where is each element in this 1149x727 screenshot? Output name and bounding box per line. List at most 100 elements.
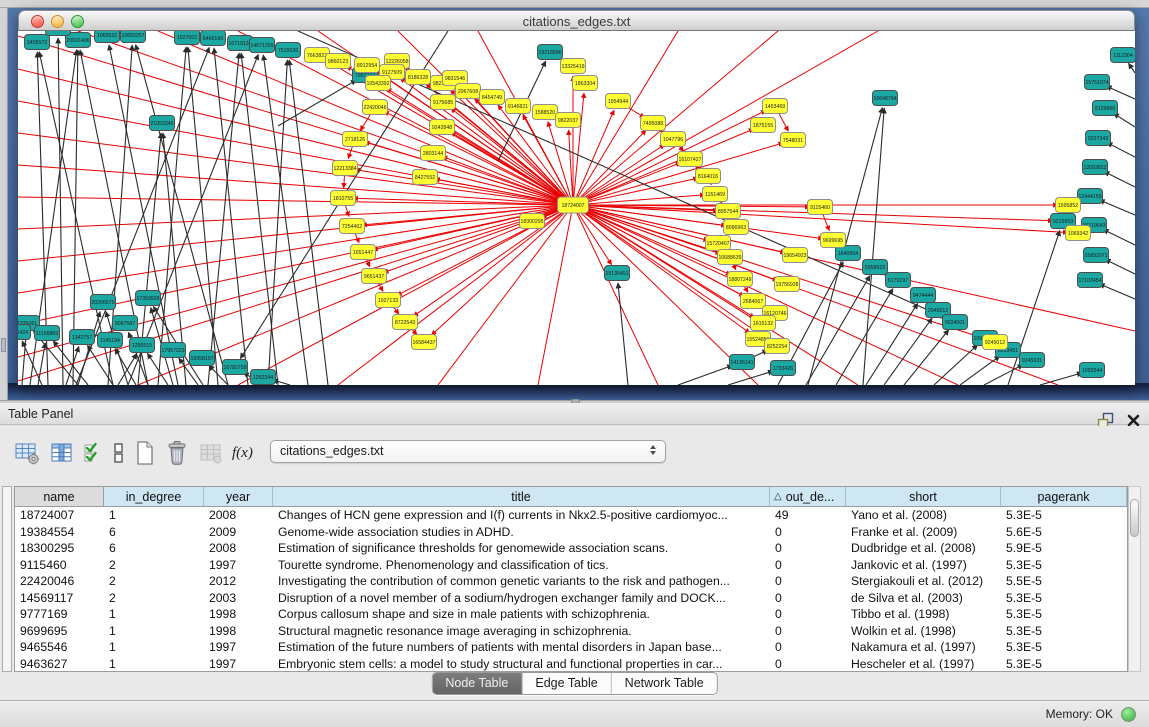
table-cell: 1997 [204,657,273,671]
column-header-pagerank[interactable]: pagerank [1001,487,1127,506]
table-cell: 9777169 [15,607,104,621]
table-row[interactable]: 946362711997Embryonic stem cells: a mode… [15,656,1127,673]
network-node-label: 18807249 [728,277,751,283]
table-cell: 9463627 [15,657,104,671]
table-cell: 1998 [204,624,273,638]
network-node-label: 8466160 [203,36,223,42]
scrollbar-thumb[interactable] [1130,499,1139,537]
citation-edge [678,365,733,385]
table-row[interactable]: 946554611997Estimation of the future num… [15,639,1127,656]
column-header-year[interactable]: year [204,487,273,506]
status-bar: Memory: OK [0,700,1149,727]
row-height-icon[interactable] [112,439,125,467]
table-cell: 2008 [204,541,273,555]
tab-edge-table[interactable]: Edge Table [521,673,610,694]
network-node-label: 8957544 [718,209,738,215]
table-cell: 1 [104,607,204,621]
table-cell: Hescheler et al. (1997) [846,657,1001,671]
network-node-label: 16107427 [678,157,701,163]
table-row[interactable]: 911546021997Tourette syndrome. Phenomeno… [15,557,1127,574]
table-row[interactable]: 1830029562008Estimation of significance … [15,540,1127,557]
table-cell: Tibbo et al. (1998) [846,607,1001,621]
network-node-label: 22420046 [363,105,386,111]
network-view-window[interactable]: citations_edges.txt 24055722069140610655… [18,10,1135,385]
citation-edge [866,303,918,385]
show-columns-icon[interactable] [49,439,74,467]
network-node-label: 9822037 [558,118,578,124]
table-vertical-scrollbar[interactable] [1128,486,1141,672]
table-cell: 5.5E-5 [1001,574,1127,588]
table-cell: 49 [770,508,846,522]
red-edge-ray [338,205,573,385]
network-node-label: 20691406 [66,38,89,44]
network-node-label: 1927133 [378,298,398,304]
citation-edge [573,93,584,205]
function-builder-icon[interactable]: f(x) [232,439,253,467]
column-header-name[interactable]: name [15,487,104,506]
table-row[interactable]: 2242004622012Investigating the contribut… [15,573,1127,590]
network-canvas[interactable]: 2405572206914061065532106552571527602846… [18,31,1135,385]
network-node-label: 8096963 [726,225,746,231]
column-header-out_de[interactable]: △out_de... [770,487,846,506]
table-cell: 5.3E-5 [1001,640,1127,654]
citation-edge [1099,284,1135,299]
table-cell: 0 [770,607,846,621]
network-node-label: 15892971 [1084,253,1107,259]
network-node-label: 16584437 [412,340,435,346]
network-node-label: 9245031 [1022,358,1042,364]
selection-checks-icon[interactable] [83,439,103,467]
table-cell: 0 [770,657,846,671]
table-cell: 0 [770,541,846,555]
network-node-label: 15751074 [1085,80,1108,86]
column-header-title[interactable]: title [273,487,770,506]
new-column-icon[interactable] [134,439,156,467]
network-node-label: 1151469 [705,192,725,198]
citation-edge [53,341,88,385]
table-cell: Embryonic stem cells: a model to study s… [273,657,770,671]
citation-edge [22,333,26,385]
network-node-label: 1069342 [1068,231,1088,237]
table-cell: 2012 [204,574,273,588]
table-cell: 2009 [204,525,273,539]
network-node-label: 16782759 [223,365,246,371]
network-node-label: 1588520 [535,110,555,116]
network-node-label: 7254462 [342,224,362,230]
network-node-label: 1954944 [608,99,628,105]
citation-edge [1107,143,1135,157]
network-node-label: 9860123 [328,59,348,65]
table-cell: 2 [104,591,204,605]
network-window-titlebar[interactable]: citations_edges.txt [18,10,1135,31]
table-row[interactable]: 1456911722003Disruption of a novel membe… [15,590,1127,607]
network-node-label: 1875155 [753,123,773,129]
network-node-label: 1112304 [1113,53,1133,59]
table-row[interactable]: 969969511998Structural magnetic resonanc… [15,623,1127,640]
table-selector-dropdown[interactable]: citations_edges.txt [270,440,666,463]
citation-edge [188,47,218,385]
network-node-label: 1292344 [253,375,273,381]
table-cell: 19384554 [15,525,104,539]
network-node-label: 12093822 [1083,165,1106,171]
network-node-label: 1651447 [353,250,373,256]
table-cell: 5.6E-5 [1001,525,1127,539]
table-row[interactable]: 977716911998Corpus callosum shape and si… [15,606,1127,623]
panel-collapse-handle[interactable] [1,338,6,352]
delete-column-icon[interactable] [165,439,189,467]
column-header-in_degree[interactable]: in_degree [104,487,204,506]
table-toolbar: f(x) [14,436,253,470]
table-row[interactable]: 1938455462009Genome-wide association stu… [15,524,1127,541]
table-cell: 14569117 [15,591,104,605]
table-cell: 9115460 [15,558,104,572]
tab-node-table[interactable]: Node Table [432,673,521,694]
table-cell: Structural magnetic resonance image aver… [273,624,770,638]
table-cell: 22420046 [15,574,104,588]
network-node-label: 8722543 [395,320,415,326]
table-row[interactable]: 1872400712008Changes of HCN gene express… [15,507,1127,524]
table-mode-icon[interactable] [14,439,40,467]
column-header-short[interactable]: short [846,487,1001,506]
network-node-label: 9146821 [508,104,528,110]
table-cell: 0 [770,640,846,654]
network-node-label: 9175685 [433,100,453,106]
network-node-label: 15720407 [706,241,729,247]
table-type-tabs: Node TableEdge TableNetwork Table [431,672,717,695]
tab-network-table[interactable]: Network Table [611,673,717,694]
